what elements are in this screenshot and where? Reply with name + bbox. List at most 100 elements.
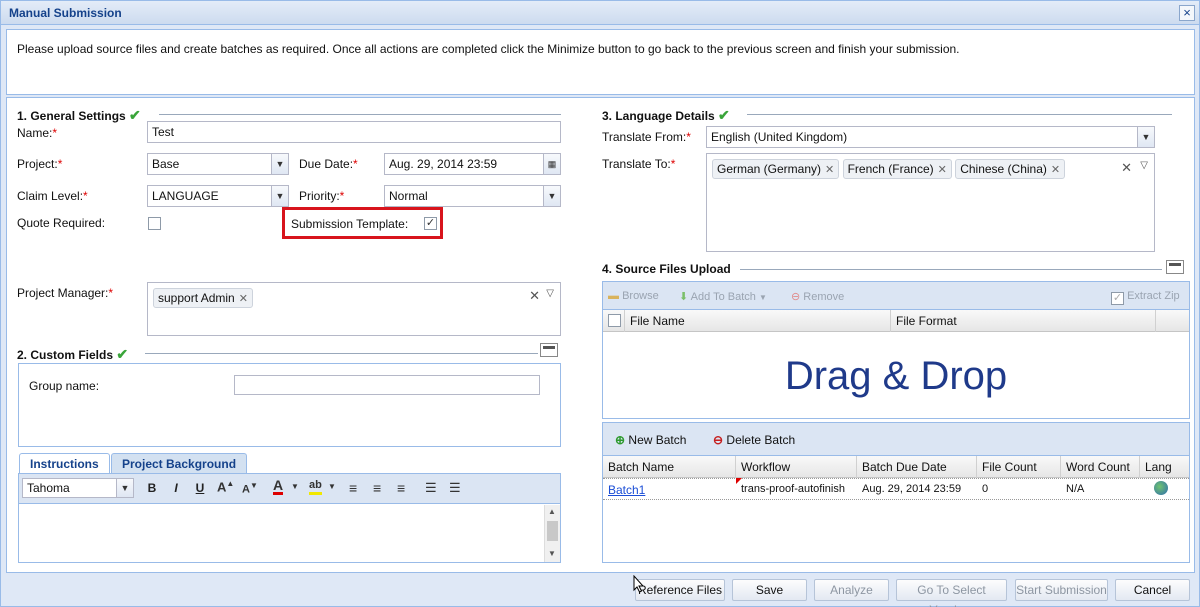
bold-button[interactable]: B	[143, 481, 161, 495]
font-family-select[interactable]: Tahoma ▼	[22, 478, 134, 498]
claim-level-value: LANGUAGE	[152, 189, 219, 203]
col-batch-name[interactable]: Batch Name	[603, 456, 736, 478]
browse-button[interactable]: ▬ Browse	[608, 290, 659, 302]
batch-name-link[interactable]: Batch1	[608, 483, 645, 497]
go-to-select-vendors-button[interactable]: Go To Select Vendors	[896, 579, 1007, 607]
col-batch-due-date[interactable]: Batch Due Date	[857, 456, 977, 478]
editor-scrollbar[interactable]: ▲ ▼	[544, 505, 560, 562]
col-word-count[interactable]: Word Count	[1061, 456, 1140, 478]
remove-tag-icon[interactable]: ✕	[239, 293, 248, 305]
project-label: Project:*	[17, 157, 63, 171]
chevron-down-icon[interactable]: ▼	[1137, 127, 1154, 147]
pm-tag[interactable]: support Admin ✕	[153, 288, 253, 308]
batch-grid: ⊕ New Batch ⊖ Delete Batch Batch Name Wo…	[602, 422, 1190, 563]
align-right-icon[interactable]: ≡	[397, 480, 405, 496]
claim-level-label: Claim Level:*	[17, 189, 88, 203]
check-icon: ✔	[129, 107, 141, 123]
select-all-checkbox[interactable]	[608, 314, 621, 327]
chevron-up-icon[interactable]: ▲	[548, 507, 556, 516]
extract-zip-label: Extract Zip	[1127, 290, 1180, 302]
language-tag-french[interactable]: French (France) ✕	[842, 159, 952, 179]
project-manager-field[interactable]: support Admin ✕ ✕ ▽	[147, 282, 561, 336]
add-to-batch-button[interactable]: ⬇ Add To Batch ▼	[679, 290, 767, 303]
arrow-down-icon: ⬇	[679, 291, 689, 303]
grow-font-icon[interactable]: A▲	[217, 479, 234, 494]
font-color-icon[interactable]: A	[273, 478, 284, 495]
extract-zip-toggle[interactable]: ✓ Extract Zip	[1111, 290, 1180, 305]
underline-button[interactable]: U	[191, 481, 209, 495]
cancel-button[interactable]: Cancel	[1115, 579, 1190, 601]
align-center-icon[interactable]: ≡	[373, 480, 381, 496]
table-row[interactable]: Batch1 trans-proof-autofinish Aug. 29, 2…	[603, 478, 1189, 500]
clear-icon[interactable]: ✕	[529, 288, 540, 304]
chevron-down-icon[interactable]: ▼	[328, 482, 336, 491]
scroll-thumb[interactable]	[547, 521, 558, 541]
translate-to-field[interactable]: German (Germany) ✕ French (France) ✕ Chine…	[706, 153, 1155, 252]
pm-tag-label: support Admin	[158, 291, 235, 305]
remove-button[interactable]: ⊖ Remove	[791, 290, 844, 303]
align-left-icon[interactable]: ≡	[349, 480, 357, 496]
divider	[159, 114, 561, 115]
collapse-panel-icon[interactable]	[540, 343, 558, 357]
group-name-input[interactable]	[234, 375, 540, 395]
priority-combo[interactable]: Normal ▼	[384, 185, 561, 207]
new-batch-label: New Batch	[628, 433, 687, 447]
calendar-icon[interactable]: ▦	[543, 154, 560, 174]
chevron-down-icon[interactable]: ▼	[271, 186, 288, 206]
shrink-font-icon[interactable]: A▼	[242, 481, 258, 496]
language-tag-chinese[interactable]: Chinese (China) ✕	[955, 159, 1066, 179]
name-input[interactable]: Test	[147, 121, 561, 143]
col-file-name[interactable]: File Name	[625, 310, 891, 332]
mouse-cursor-icon	[633, 575, 645, 593]
collapse-panel-icon[interactable]	[1166, 260, 1184, 274]
claim-level-combo[interactable]: LANGUAGE ▼	[147, 185, 289, 207]
language-tag-german[interactable]: German (Germany) ✕	[712, 159, 840, 179]
divider	[145, 353, 538, 354]
reference-files-button[interactable]: Reference Files	[635, 579, 725, 601]
globe-icon[interactable]	[1154, 481, 1168, 495]
translate-from-value: English (United Kingdom)	[711, 130, 848, 144]
submission-template-checkbox[interactable]: ✓	[424, 217, 437, 230]
italic-button[interactable]: I	[167, 481, 185, 495]
tab-instructions[interactable]: Instructions	[19, 453, 110, 473]
highlight-color-icon[interactable]: ab	[309, 478, 322, 495]
analyze-button[interactable]: Analyze	[814, 579, 889, 601]
col-workflow[interactable]: Workflow	[736, 456, 857, 478]
batch-due-cell: Aug. 29, 2014 23:59	[862, 483, 962, 495]
chevron-down-icon[interactable]: ▽	[1140, 160, 1148, 171]
tab-project-background[interactable]: Project Background	[111, 453, 248, 473]
start-submission-button[interactable]: Start Submission	[1015, 579, 1108, 601]
clear-icon[interactable]: ✕	[1121, 160, 1132, 176]
chevron-down-icon[interactable]: ▼	[543, 186, 560, 206]
save-button[interactable]: Save	[732, 579, 807, 601]
chevron-down-icon[interactable]: ▼	[271, 154, 288, 174]
col-file-format[interactable]: File Format	[891, 310, 1156, 332]
check-icon: ✔	[116, 346, 129, 362]
chevron-down-icon[interactable]: ▼	[116, 479, 133, 497]
due-date-field[interactable]: Aug. 29, 2014 23:59 ▦	[384, 153, 561, 175]
chevron-down-icon[interactable]: ▼	[291, 482, 299, 491]
extract-zip-checkbox[interactable]: ✓	[1111, 292, 1124, 305]
col-file-count[interactable]: File Count	[977, 456, 1061, 478]
drag-drop-zone[interactable]: Drag & Drop	[603, 354, 1189, 399]
translate-from-combo[interactable]: English (United Kingdom) ▼	[706, 126, 1155, 148]
col-lang[interactable]: Lang	[1140, 456, 1189, 478]
remove-tag-icon[interactable]: ✕	[938, 164, 947, 176]
instructions-text: Please upload source files and create ba…	[17, 42, 960, 56]
language-tag-label: French (France)	[847, 162, 934, 176]
due-date-label: Due Date:*	[299, 157, 358, 171]
bullet-list-icon[interactable]: ☰	[449, 480, 461, 496]
general-settings-label: 1. General Settings	[17, 109, 126, 123]
quote-required-checkbox[interactable]	[148, 217, 161, 230]
close-icon[interactable]: ×	[1179, 5, 1195, 21]
new-batch-button[interactable]: ⊕ New Batch	[615, 433, 686, 447]
due-date-value: Aug. 29, 2014 23:59	[389, 157, 498, 171]
numbered-list-icon[interactable]: ☰	[425, 480, 437, 496]
chevron-down-icon[interactable]: ▼	[548, 549, 556, 558]
word-count-cell: N/A	[1066, 483, 1085, 495]
delete-batch-button[interactable]: ⊖ Delete Batch	[713, 433, 795, 447]
remove-tag-icon[interactable]: ✕	[1051, 164, 1060, 176]
remove-tag-icon[interactable]: ✕	[825, 164, 834, 176]
project-combo[interactable]: Base ▼	[147, 153, 289, 175]
chevron-down-icon[interactable]: ▽	[546, 288, 554, 299]
